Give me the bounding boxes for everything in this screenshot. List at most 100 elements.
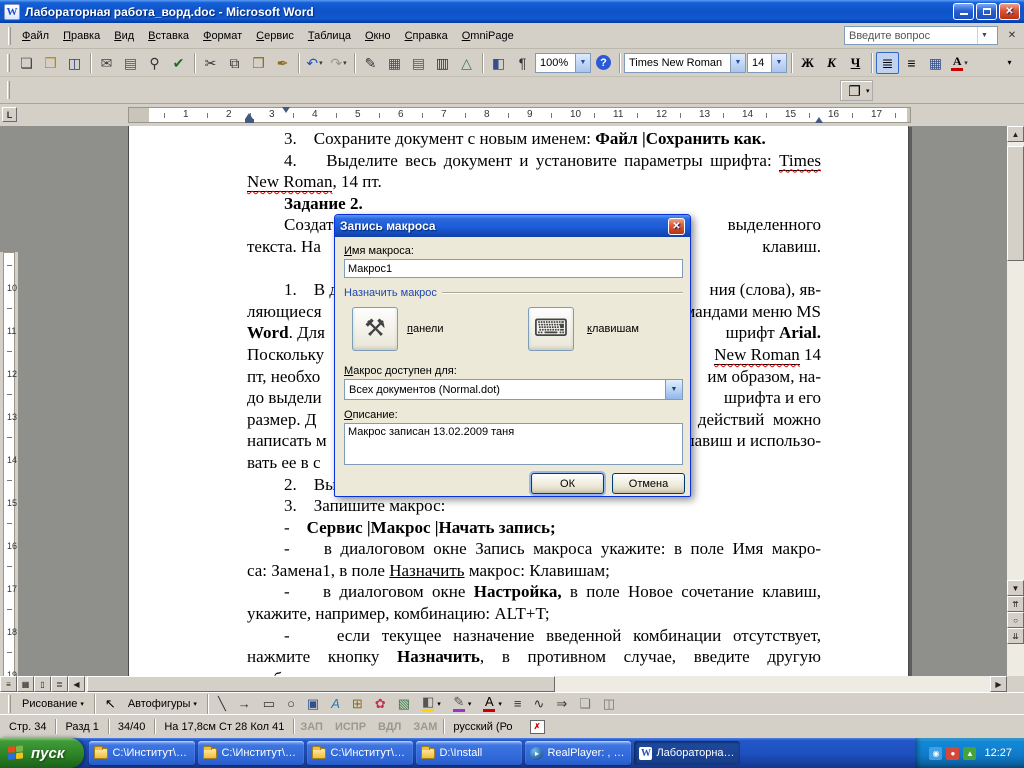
copy-icon[interactable]: ⧉ — [223, 52, 246, 74]
chevron-down-icon[interactable]: ▼ — [977, 27, 991, 44]
start-button[interactable]: пуск — [0, 738, 85, 768]
description-textarea[interactable]: Макрос записан 13.02.2009 таня — [344, 423, 683, 465]
mode-indicator[interactable]: ВДЛ — [372, 721, 407, 733]
borders-icon[interactable]: ▦ — [924, 52, 947, 74]
chevron-down-icon[interactable]: ▾ — [866, 87, 870, 95]
tray-icon-1[interactable]: ◉ — [929, 746, 943, 760]
close-button[interactable]: ✕ — [999, 3, 1020, 20]
help-icon[interactable]: ? — [592, 52, 615, 74]
line-spacing-icon[interactable]: ≡ — [900, 52, 923, 74]
normal-view-button[interactable]: ≡ — [0, 676, 17, 692]
fill-color-icon[interactable]: ◧ ▾ — [417, 695, 446, 713]
reading-mode-button[interactable]: ❐ — [843, 80, 866, 102]
scrollbar-track[interactable] — [85, 676, 990, 692]
chevron-down-icon[interactable]: ▾ — [319, 59, 323, 67]
taskbar-task[interactable]: C:\Институт\К... — [89, 741, 196, 765]
font-size-combobox[interactable]: 14 ▼ — [747, 52, 787, 73]
tray-icon-3[interactable]: ▲ — [963, 746, 977, 760]
select-browse-object-button[interactable]: ○ — [1007, 612, 1024, 628]
taskbar-task[interactable]: W Лабораторная ... — [634, 741, 741, 765]
menu-item-7[interactable]: Таблица — [301, 25, 358, 47]
restore-button[interactable] — [976, 3, 997, 20]
dialog-close-button[interactable]: ✕ — [668, 217, 685, 235]
taskbar-task[interactable]: D:\Install — [416, 741, 523, 765]
zoom-combobox[interactable]: 100% ▼ — [535, 52, 591, 73]
toolbar-options-button[interactable]: ▾ — [998, 52, 1021, 74]
browse-next-button[interactable]: ⇊ — [1007, 628, 1024, 644]
macro-name-input[interactable] — [344, 259, 683, 278]
chevron-down-icon[interactable]: ▾ — [343, 59, 347, 67]
font-color-icon[interactable]: А ▾ — [478, 695, 507, 713]
draw-menu-button[interactable]: Рисование ▾ — [17, 695, 89, 713]
mode-indicator[interactable]: ЗАП — [294, 721, 329, 733]
spelling-icon[interactable]: ✔ — [167, 52, 190, 74]
menu-item-1[interactable]: Файл — [15, 25, 56, 47]
text-box-icon[interactable]: ▣ — [302, 695, 324, 713]
chevron-down-icon[interactable]: ▾ — [964, 59, 968, 67]
macro-available-combobox[interactable]: Всех документов (Normal.dot) ▼ — [344, 379, 683, 400]
assign-to-toolbars-button[interactable]: ⚒ — [352, 307, 398, 351]
tray-icon-2[interactable]: ● — [946, 746, 960, 760]
bold-button[interactable]: Ж — [796, 52, 819, 74]
vertical-scrollbar[interactable]: ▲ ▼ ⇈ ○ ⇊ — [1007, 126, 1024, 676]
autoshapes-menu-button[interactable]: Автофигуры ▾ — [123, 695, 202, 713]
minimize-button[interactable] — [953, 3, 974, 20]
mode-indicator[interactable]: ЗАМ — [407, 721, 443, 733]
shadow-style-icon[interactable]: ❏ — [574, 695, 596, 713]
scroll-left-button[interactable]: ◀ — [68, 676, 85, 692]
new-blank-document-icon[interactable]: ❏ — [15, 52, 38, 74]
menu-item-6[interactable]: Сервис — [249, 25, 301, 47]
drawing-icon[interactable]: △ — [455, 52, 478, 74]
chevron-down-icon[interactable]: ▼ — [665, 380, 682, 399]
font-color-button[interactable]: А ▾ — [948, 52, 971, 74]
menu-item-5[interactable]: Формат — [196, 25, 249, 47]
menu-item-8[interactable]: Окно — [358, 25, 398, 47]
arrow-icon[interactable]: → — [233, 695, 256, 713]
scrollbar-track[interactable] — [1007, 142, 1024, 580]
menu-item-4[interactable]: Вставка — [141, 25, 196, 47]
toolbar-grip[interactable] — [8, 26, 11, 45]
open-icon[interactable]: ❒ — [39, 52, 62, 74]
first-line-indent-marker[interactable] — [282, 107, 290, 113]
tables-and-borders-icon[interactable]: ✎ — [359, 52, 382, 74]
clip-art-icon[interactable]: ✿ — [370, 695, 391, 713]
menu-item-3[interactable]: Вид — [107, 25, 141, 47]
ask-question-box[interactable]: ▼ — [844, 26, 998, 45]
assign-to-keyboard-button[interactable]: ⌨ — [528, 307, 574, 351]
taskbar-task[interactable]: ▸ RealPlayer: , не... — [525, 741, 632, 765]
scroll-up-button[interactable]: ▲ — [1007, 126, 1024, 142]
insert-table-icon[interactable]: ▦ — [383, 52, 406, 74]
close-document-button[interactable]: ✕ — [1004, 28, 1020, 44]
italic-button[interactable]: К — [820, 52, 843, 74]
cut-icon[interactable]: ✂ — [199, 52, 222, 74]
chevron-down-icon[interactable]: ▼ — [575, 53, 590, 72]
ok-button[interactable]: ОК — [531, 473, 604, 494]
browse-previous-button[interactable]: ⇈ — [1007, 596, 1024, 612]
undo-icon[interactable]: ↶ ▾ — [303, 52, 326, 74]
line-color-icon[interactable]: ✎ ▾ — [448, 695, 477, 713]
oval-icon[interactable]: ○ — [282, 695, 300, 713]
email-icon[interactable]: ✉ — [95, 52, 118, 74]
left-indent-marker[interactable] — [245, 119, 254, 123]
redo-icon[interactable]: ↷ ▾ — [327, 52, 350, 74]
format-painter-icon[interactable]: ✒ — [271, 52, 294, 74]
arrow-style-icon[interactable]: ⇒ — [551, 695, 572, 713]
line-style-icon[interactable]: ≡ — [509, 695, 527, 713]
chevron-down-icon[interactable]: ▼ — [730, 53, 745, 72]
diagram-icon[interactable]: ⊞ — [347, 695, 368, 713]
title-bar[interactable]: W Лабораторная работа_ворд.doc - Microso… — [0, 0, 1024, 23]
print-icon[interactable]: ▤ — [119, 52, 142, 74]
mode-indicator[interactable]: ИСПР — [329, 721, 372, 733]
underline-button[interactable]: Ч — [844, 52, 867, 74]
scrollbar-thumb[interactable] — [1007, 146, 1024, 261]
menu-item-2[interactable]: Правка — [56, 25, 107, 47]
web-layout-view-button[interactable]: ▦ — [17, 676, 34, 692]
print-preview-icon[interactable]: ⚲ — [143, 52, 166, 74]
dash-style-icon[interactable]: ∿ — [528, 695, 549, 713]
chevron-down-icon[interactable]: ▼ — [771, 53, 786, 72]
toolbar-grip[interactable] — [7, 81, 10, 99]
dialog-title-bar[interactable]: Запись макроса ✕ — [335, 215, 690, 237]
toolbar-grip[interactable] — [8, 694, 11, 713]
scroll-right-button[interactable]: ▶ — [990, 676, 1007, 692]
taskbar-task[interactable]: C:\Институт\Л... — [307, 741, 414, 765]
